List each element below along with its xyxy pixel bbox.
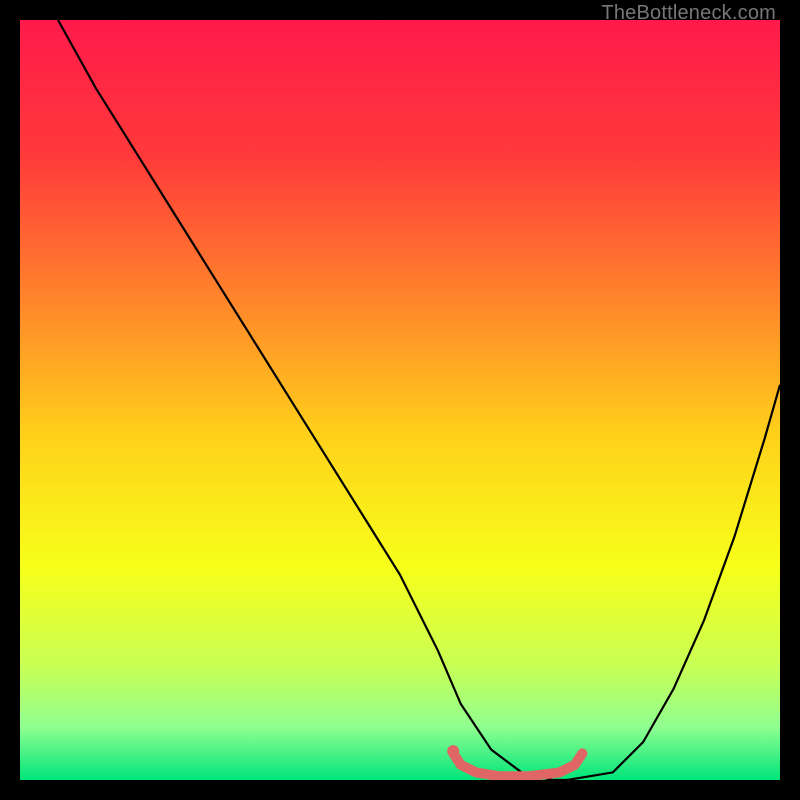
watermark-label: TheBottleneck.com (601, 2, 776, 25)
optimal-point-icon (447, 745, 459, 757)
bottleneck-plot (20, 20, 780, 780)
gradient-background (20, 20, 780, 780)
chart-frame (20, 20, 780, 780)
